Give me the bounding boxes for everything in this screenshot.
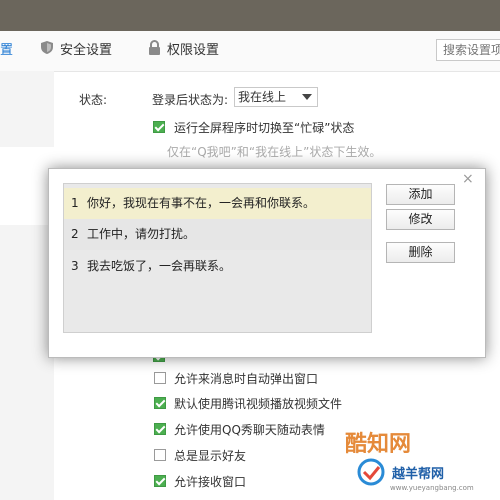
title-bar — [0, 0, 500, 31]
status-label: 状态: — [79, 93, 108, 107]
watermark-url: www.yueyangbang.com — [390, 484, 474, 492]
yueyang-watermark: 越羊帮网 — [392, 467, 445, 482]
show-friends-label: 总是显示好友 — [174, 449, 247, 463]
chevron-down-icon — [302, 94, 312, 100]
receive-window-checkbox[interactable] — [154, 475, 166, 487]
edit-button[interactable]: 修改 — [386, 209, 455, 230]
list-item[interactable]: 2 工作中，请勿打扰。 — [64, 219, 371, 250]
receive-window-label: 允许接收窗口 — [174, 475, 247, 489]
add-button[interactable]: 添加 — [386, 184, 455, 205]
tab-label: 置 — [0, 43, 14, 58]
status-hint: 仅在“Q我吧”和“我在线上”状态下生效。 — [167, 145, 382, 159]
tab-basic-settings[interactable]: 置 — [0, 41, 13, 61]
list-item-number: 3 — [71, 259, 79, 273]
list-item[interactable]: 3 我去吃饭了，一会再联系。 — [64, 251, 371, 282]
quick-reply-list[interactable]: 1 你好，我现在有事不在，一会再和你联系。 2 工作中，请勿打扰。 3 我去吃饭了，一… — [63, 183, 372, 333]
fullscreen-busy-label: 运行全屏程序时切换至“忙碌”状态 — [174, 121, 355, 135]
qq-show-label: 允许使用QQ秀聊天随动表情 — [174, 423, 325, 437]
settings-tab-bar: 置 安全设置 权限设置 — [0, 31, 500, 72]
search-input[interactable] — [436, 39, 500, 61]
kuzhi-watermark: 酷知网 — [345, 432, 412, 457]
delete-button[interactable]: 删除 — [386, 242, 455, 263]
list-item-text: 我去吃饭了，一会再联系。 — [87, 259, 232, 273]
list-item-text: 工作中，请勿打扰。 — [87, 227, 196, 241]
auto-popup-label: 允许来消息时自动弹出窗口 — [174, 372, 319, 386]
tab-security-settings[interactable]: 安全设置 — [40, 41, 112, 61]
list-item-number: 1 — [71, 196, 79, 210]
tencent-video-checkbox[interactable] — [154, 397, 166, 409]
qq-show-checkbox[interactable] — [154, 423, 166, 435]
watermark-logo-icon — [356, 458, 386, 489]
left-nav — [0, 71, 54, 500]
tab-label: 安全设置 — [60, 43, 113, 58]
list-item-text: 你好，我现在有事不在，一会再和你联系。 — [87, 196, 316, 210]
tab-permission-settings[interactable]: 权限设置 — [148, 40, 220, 62]
tencent-video-label: 默认使用腾讯视频播放视频文件 — [174, 397, 343, 411]
show-friends-checkbox[interactable] — [154, 449, 166, 461]
lock-icon — [148, 40, 161, 62]
tab-label: 权限设置 — [167, 43, 220, 58]
list-item[interactable]: 1 你好，我现在有事不在，一会再和你联系。 — [64, 188, 371, 219]
login-status-select[interactable]: 我在线上 — [234, 87, 318, 107]
shield-icon — [40, 40, 54, 62]
close-icon[interactable]: × — [462, 171, 474, 187]
auto-popup-checkbox[interactable] — [154, 372, 166, 384]
login-status-label: 登录后状态为: — [152, 93, 229, 107]
login-status-value: 我在线上 — [238, 90, 287, 104]
left-nav-selected-item[interactable] — [0, 147, 54, 225]
list-item-number: 2 — [71, 227, 79, 241]
fullscreen-busy-checkbox[interactable] — [153, 121, 165, 133]
